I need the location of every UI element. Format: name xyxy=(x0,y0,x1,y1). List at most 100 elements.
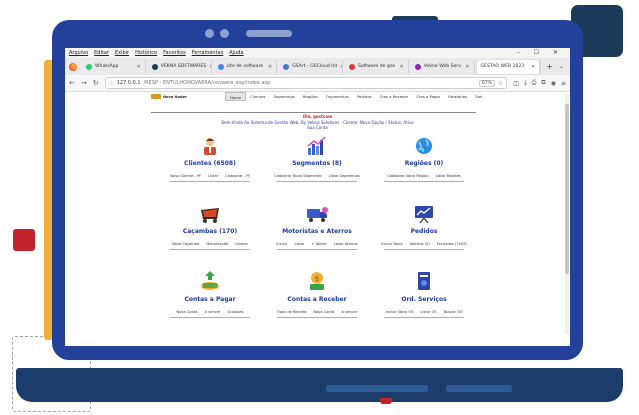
card-link[interactable]: Listar xyxy=(208,174,218,178)
close-icon[interactable]: ✕ xyxy=(209,64,210,70)
close-icon[interactable]: ✕ xyxy=(465,64,469,70)
tab-whatsapp[interactable]: WhatsApp ✕ xyxy=(82,59,146,74)
pocket-icon[interactable]: ◫ xyxy=(513,80,519,87)
globe-icon[interactable] xyxy=(369,136,479,158)
window-controls[interactable]: – ☐ ✕ xyxy=(517,49,564,56)
url-bar[interactable]: ⓘ 127.0.0.1/RESP - ENTULHONOVAERA/novaer… xyxy=(104,77,508,89)
bookmark-star-icon[interactable]: ☆ xyxy=(498,80,503,87)
money-arrow-up-icon[interactable] xyxy=(155,270,265,294)
download-icon[interactable]: ⤓ xyxy=(524,79,527,87)
card-link[interactable]: Incluir Novo xyxy=(381,242,402,246)
card-title[interactable]: Caçambas (170) xyxy=(155,228,265,235)
scrollbar-thumb[interactable] xyxy=(565,104,569,274)
card-link[interactable]: Manutenção xyxy=(206,242,228,246)
account-link[interactable]: Sua Conta xyxy=(65,125,570,131)
card-link[interactable]: Tipos de Receita xyxy=(277,310,307,314)
service-order-icon[interactable] xyxy=(369,270,479,294)
reload-icon[interactable]: ↻ xyxy=(93,79,99,87)
tab-vekna-web[interactable]: Vekna Web Serv ✕ xyxy=(411,59,475,74)
card-link[interactable]: Listar Aterros xyxy=(334,242,358,246)
back-arrow-icon[interactable]: ← xyxy=(69,79,75,87)
card-link[interactable]: + Aterro xyxy=(311,242,326,246)
app-menu-item-ctas-a-pagar[interactable]: Ctas a Pagar xyxy=(412,92,444,101)
card-link[interactable]: A vencer xyxy=(205,310,221,314)
card-link[interactable]: Cadastrar - PJ xyxy=(225,174,249,178)
app-menu-item-home[interactable]: Home xyxy=(225,92,247,101)
menu-editar[interactable]: Editar xyxy=(94,50,109,56)
card-title[interactable]: Segmentos (8) xyxy=(262,160,372,167)
tab-software-gestao[interactable]: Software de ges ✕ xyxy=(345,59,409,74)
card-link[interactable]: Nova Caçamba xyxy=(172,242,199,246)
truck-icon[interactable] xyxy=(262,204,372,226)
hamburger-menu-icon[interactable]: ≡ xyxy=(561,80,566,87)
close-icon[interactable]: ✕ xyxy=(137,64,141,70)
menu-favoritos[interactable]: Favoritos xyxy=(163,50,186,56)
tab-gscloud[interactable]: GSArt - GSCloud Int✕ xyxy=(279,59,343,74)
menu-ferramentas[interactable]: Ferramentas xyxy=(192,50,224,56)
app-menu-item-pedidos[interactable]: Pedidos xyxy=(353,92,376,101)
extensions-icon[interactable]: ⧉ xyxy=(541,79,545,87)
firefox-icon xyxy=(69,62,77,71)
browser-menubar: Arquivo Editar Exibir Histórico Favorito… xyxy=(65,48,570,58)
forward-arrow-icon[interactable]: → xyxy=(81,79,87,87)
card-link[interactable]: Cadastrar Nova Região xyxy=(387,174,428,178)
zoom-level[interactable]: 67% xyxy=(478,79,495,87)
user-person-icon[interactable] xyxy=(155,136,265,158)
menu-arquivo[interactable]: Arquivo xyxy=(69,50,88,56)
card-link[interactable]: Quitadas xyxy=(227,310,243,314)
app-logo[interactable]: Nova Huder xyxy=(151,92,187,101)
app-menu-item-regiões[interactable]: Regiões xyxy=(299,92,322,101)
card-link[interactable]: Nova Conta xyxy=(177,310,198,314)
app-menu-item-ctas-a-receber[interactable]: Ctas a Receber xyxy=(376,92,413,101)
card-title[interactable]: Pedidos xyxy=(369,228,479,235)
app-menu-item-segmentos[interactable]: Segmentos xyxy=(270,92,299,101)
dumpster-icon[interactable] xyxy=(155,204,265,226)
close-icon[interactable]: ✕ xyxy=(400,64,404,70)
card-link[interactable]: Cadastrar Novo Segmento xyxy=(274,174,322,178)
page-info-icon[interactable]: ⓘ xyxy=(109,80,114,87)
card-link[interactable]: A vencer xyxy=(341,310,357,314)
card-title[interactable]: Contas a Receber xyxy=(262,296,372,303)
card-title[interactable]: Regiões (0) xyxy=(369,160,479,167)
bar-chart-icon[interactable] xyxy=(262,136,372,158)
card-link[interactable]: Nova Conta xyxy=(313,310,334,314)
close-icon[interactable]: ✕ xyxy=(268,64,272,70)
tab-site-software[interactable]: site de software ✕ xyxy=(214,59,278,74)
card-link[interactable]: Liberar xyxy=(235,242,248,246)
card-link[interactable]: Incluir Nova OS xyxy=(386,310,414,314)
card-link[interactable]: Incluir xyxy=(276,242,287,246)
menu-exibir[interactable]: Exibir xyxy=(115,50,129,56)
close-icon[interactable]: ✕ xyxy=(340,64,342,70)
card-link[interactable]: Abertos (0) xyxy=(410,242,430,246)
svg-text:$: $ xyxy=(315,275,319,283)
card-title[interactable]: Motoristas e Aterros xyxy=(262,228,372,235)
app-menu-item-relatórios[interactable]: Relatórios xyxy=(444,92,471,101)
menu-historico[interactable]: Histórico xyxy=(135,50,157,56)
camera-dot-icon xyxy=(220,29,229,38)
account-icon[interactable]: ◉ xyxy=(551,80,556,87)
card-link[interactable]: Listar Regiões xyxy=(436,174,461,178)
print-icon[interactable]: ⎙ xyxy=(532,79,537,87)
card-link[interactable]: Buscar OS xyxy=(444,310,463,314)
tab-gestao-web[interactable]: GESTAO WEB 2023 ✕ xyxy=(476,59,541,74)
card-link[interactable]: Fechados (7409) xyxy=(437,242,467,246)
card-link[interactable]: Listar Segmentos xyxy=(329,174,360,178)
app-menu-item-orçamentos[interactable]: Orçamentos xyxy=(322,92,353,101)
card-link[interactable]: Novo Cliente - PF xyxy=(170,174,201,178)
card-link[interactable]: Listar OS xyxy=(420,310,436,314)
card-title[interactable]: Ord. Serviços xyxy=(369,296,479,303)
money-coin-icon[interactable]: $ xyxy=(262,270,372,294)
tab-list-chevron-icon[interactable]: ⌄ xyxy=(559,63,570,70)
tab-vekna[interactable]: VEKNA SOFTWARES✕ xyxy=(148,59,212,74)
card-title[interactable]: Contas a Pagar xyxy=(155,296,265,303)
close-icon[interactable]: ✕ xyxy=(531,64,535,70)
app-menu-item-clientes[interactable]: Clientes xyxy=(246,92,269,101)
card-title[interactable]: Clientes (6508) xyxy=(155,160,265,167)
url-host: 127.0.0.1 xyxy=(116,80,141,86)
card-link[interactable]: Listar xyxy=(294,242,304,246)
presentation-chart-icon[interactable] xyxy=(369,204,479,226)
tab-label: Software de ges xyxy=(358,64,396,69)
new-tab-button[interactable]: + xyxy=(542,62,557,71)
menu-ajuda[interactable]: Ajuda xyxy=(229,50,243,56)
app-menu-item-sair[interactable]: Sair xyxy=(471,92,486,101)
